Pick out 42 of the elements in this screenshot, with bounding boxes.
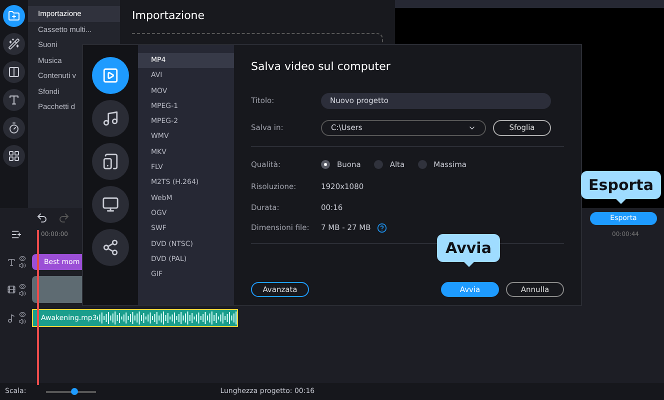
eye-icon[interactable]	[18, 282, 26, 290]
category-tab[interactable]	[92, 57, 129, 94]
radio-button[interactable]	[374, 160, 383, 169]
text-icon	[6, 258, 16, 266]
music-note-icon	[102, 110, 119, 127]
monitor-icon	[102, 196, 119, 213]
speaker-icon[interactable]	[18, 262, 26, 269]
devices-icon	[102, 153, 119, 170]
film-icon	[6, 285, 16, 294]
eye-icon[interactable]	[18, 311, 26, 318]
play-icon	[102, 67, 119, 84]
split-panel-tab[interactable]	[3, 61, 25, 83]
help-icon[interactable]	[376, 222, 387, 233]
text-icon	[8, 94, 20, 106]
undo-icon[interactable]	[36, 212, 48, 224]
dialog-title: Salva video sul computer	[251, 59, 392, 75]
category-tab[interactable]	[92, 143, 129, 180]
radio-button[interactable]	[418, 160, 427, 169]
timer-tab[interactable]	[3, 117, 25, 139]
text-tab[interactable]	[3, 89, 25, 111]
add-track-icon[interactable]	[10, 228, 22, 240]
share-icon	[102, 239, 119, 256]
panel-title: Importazione	[132, 8, 206, 24]
eye-icon[interactable]	[18, 255, 26, 262]
radio-button[interactable]	[321, 160, 330, 169]
category-tab[interactable]	[92, 186, 129, 223]
grid-tab[interactable]	[3, 145, 25, 167]
timer-icon	[8, 122, 20, 134]
category-tab[interactable]	[92, 229, 129, 266]
slider-thumb[interactable]	[70, 388, 78, 394]
tooltip: Avvia	[437, 234, 500, 267]
folder-plus-icon	[8, 10, 20, 22]
folder-plus-tab[interactable]	[3, 5, 25, 27]
music-note-icon	[6, 314, 16, 322]
split-panel-icon	[8, 66, 20, 78]
grid-icon	[8, 150, 20, 162]
magic-wand-tab[interactable]	[3, 33, 25, 55]
tooltip: Esporta	[581, 171, 661, 204]
speaker-icon[interactable]	[18, 318, 26, 325]
magic-wand-icon	[8, 38, 20, 50]
speaker-icon[interactable]	[18, 290, 26, 296]
category-tab[interactable]	[92, 100, 129, 137]
